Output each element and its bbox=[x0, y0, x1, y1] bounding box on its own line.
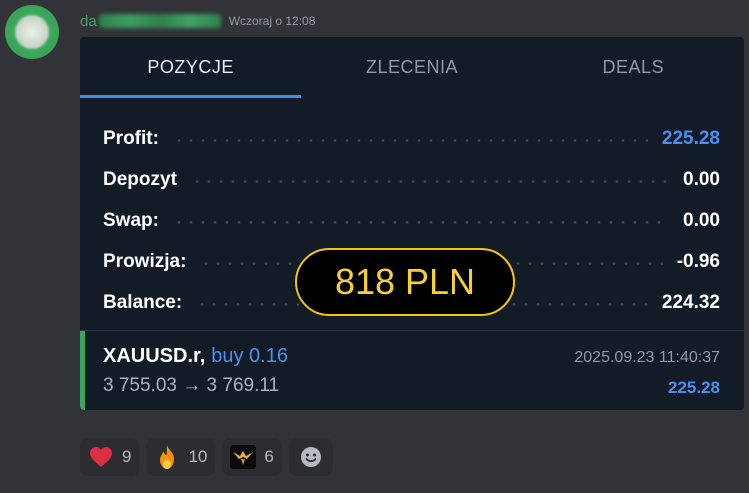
message-header: da Wczoraj o 12:08 bbox=[80, 11, 315, 31]
reaction-fire[interactable]: 10 bbox=[146, 438, 216, 476]
add-reaction-button[interactable] bbox=[288, 438, 333, 476]
avatar-image bbox=[15, 15, 49, 49]
fire-icon bbox=[154, 444, 180, 470]
position-time: 2025.09.23 11:40:37 bbox=[574, 349, 720, 366]
tab-positions[interactable]: POZYCJE bbox=[80, 37, 301, 98]
summary-label: Prowizja: bbox=[103, 250, 187, 272]
summary-value: 0.00 bbox=[683, 209, 720, 231]
summary-label: Balance: bbox=[103, 291, 183, 313]
reaction-count: 10 bbox=[188, 447, 208, 466]
username-blurred bbox=[98, 14, 221, 28]
summary-value: -0.96 bbox=[676, 250, 720, 272]
open-price: 3 755.03 bbox=[103, 375, 177, 396]
message-timestamp: Wczoraj o 12:08 bbox=[228, 14, 316, 28]
summary-value: 224.32 bbox=[661, 291, 720, 313]
tab-deals[interactable]: DEALS bbox=[523, 37, 744, 98]
username[interactable]: da bbox=[80, 13, 97, 30]
avatar[interactable] bbox=[5, 5, 59, 59]
trading-screenshot-card[interactable]: POZYCJE ZLECENIA DEALS Profit: 225.28 De… bbox=[80, 37, 744, 410]
summary-row-profit: Profit: 225.28 bbox=[103, 118, 720, 159]
summary-label: Profit: bbox=[103, 127, 159, 149]
position-profit: 225.28 bbox=[668, 378, 720, 397]
summary-label: Depozyt bbox=[103, 168, 177, 190]
price-arrow-icon: → bbox=[182, 375, 202, 396]
current-price: 3 769.11 bbox=[206, 375, 280, 396]
reaction-bar: 9 10 6 bbox=[80, 438, 333, 476]
position-header: XAUUSD.r, buy 0.16 bbox=[103, 345, 288, 368]
reaction-count: 6 bbox=[264, 447, 274, 466]
reaction-count: 9 bbox=[122, 447, 132, 466]
position-prices: 3 755.03 → 3 769.11 bbox=[103, 375, 279, 397]
tab-orders[interactable]: ZLECENIA bbox=[301, 37, 522, 98]
position-symbol: XAUUSD.r, bbox=[103, 345, 206, 367]
position-buy-indicator bbox=[80, 331, 85, 410]
summary-value: 0.00 bbox=[683, 168, 720, 190]
account-summary: Profit: 225.28 Depozyt 0.00 Swap: 0.00 P… bbox=[80, 98, 744, 323]
dotted-leader bbox=[172, 139, 648, 142]
bird-emoji-icon bbox=[230, 444, 257, 470]
reaction-bird[interactable]: 6 bbox=[222, 438, 282, 476]
dotted-leader bbox=[190, 180, 670, 183]
summary-value: 225.28 bbox=[661, 127, 720, 149]
add-reaction-smiley-icon bbox=[298, 444, 324, 470]
profit-pln-badge: 818 PLN bbox=[295, 248, 515, 316]
tab-bar: POZYCJE ZLECENIA DEALS bbox=[80, 37, 744, 98]
heart-icon bbox=[88, 444, 114, 470]
reaction-heart[interactable]: 9 bbox=[80, 438, 140, 476]
summary-row-swap: Swap: 0.00 bbox=[103, 200, 720, 241]
summary-row-deposit: Depozyt 0.00 bbox=[103, 159, 720, 200]
position-side-volume: buy 0.16 bbox=[211, 345, 288, 367]
position-row[interactable]: XAUUSD.r, buy 0.16 3 755.03 → 3 769.11 20… bbox=[80, 330, 744, 410]
summary-label: Swap: bbox=[103, 209, 159, 231]
dotted-leader bbox=[172, 221, 670, 224]
